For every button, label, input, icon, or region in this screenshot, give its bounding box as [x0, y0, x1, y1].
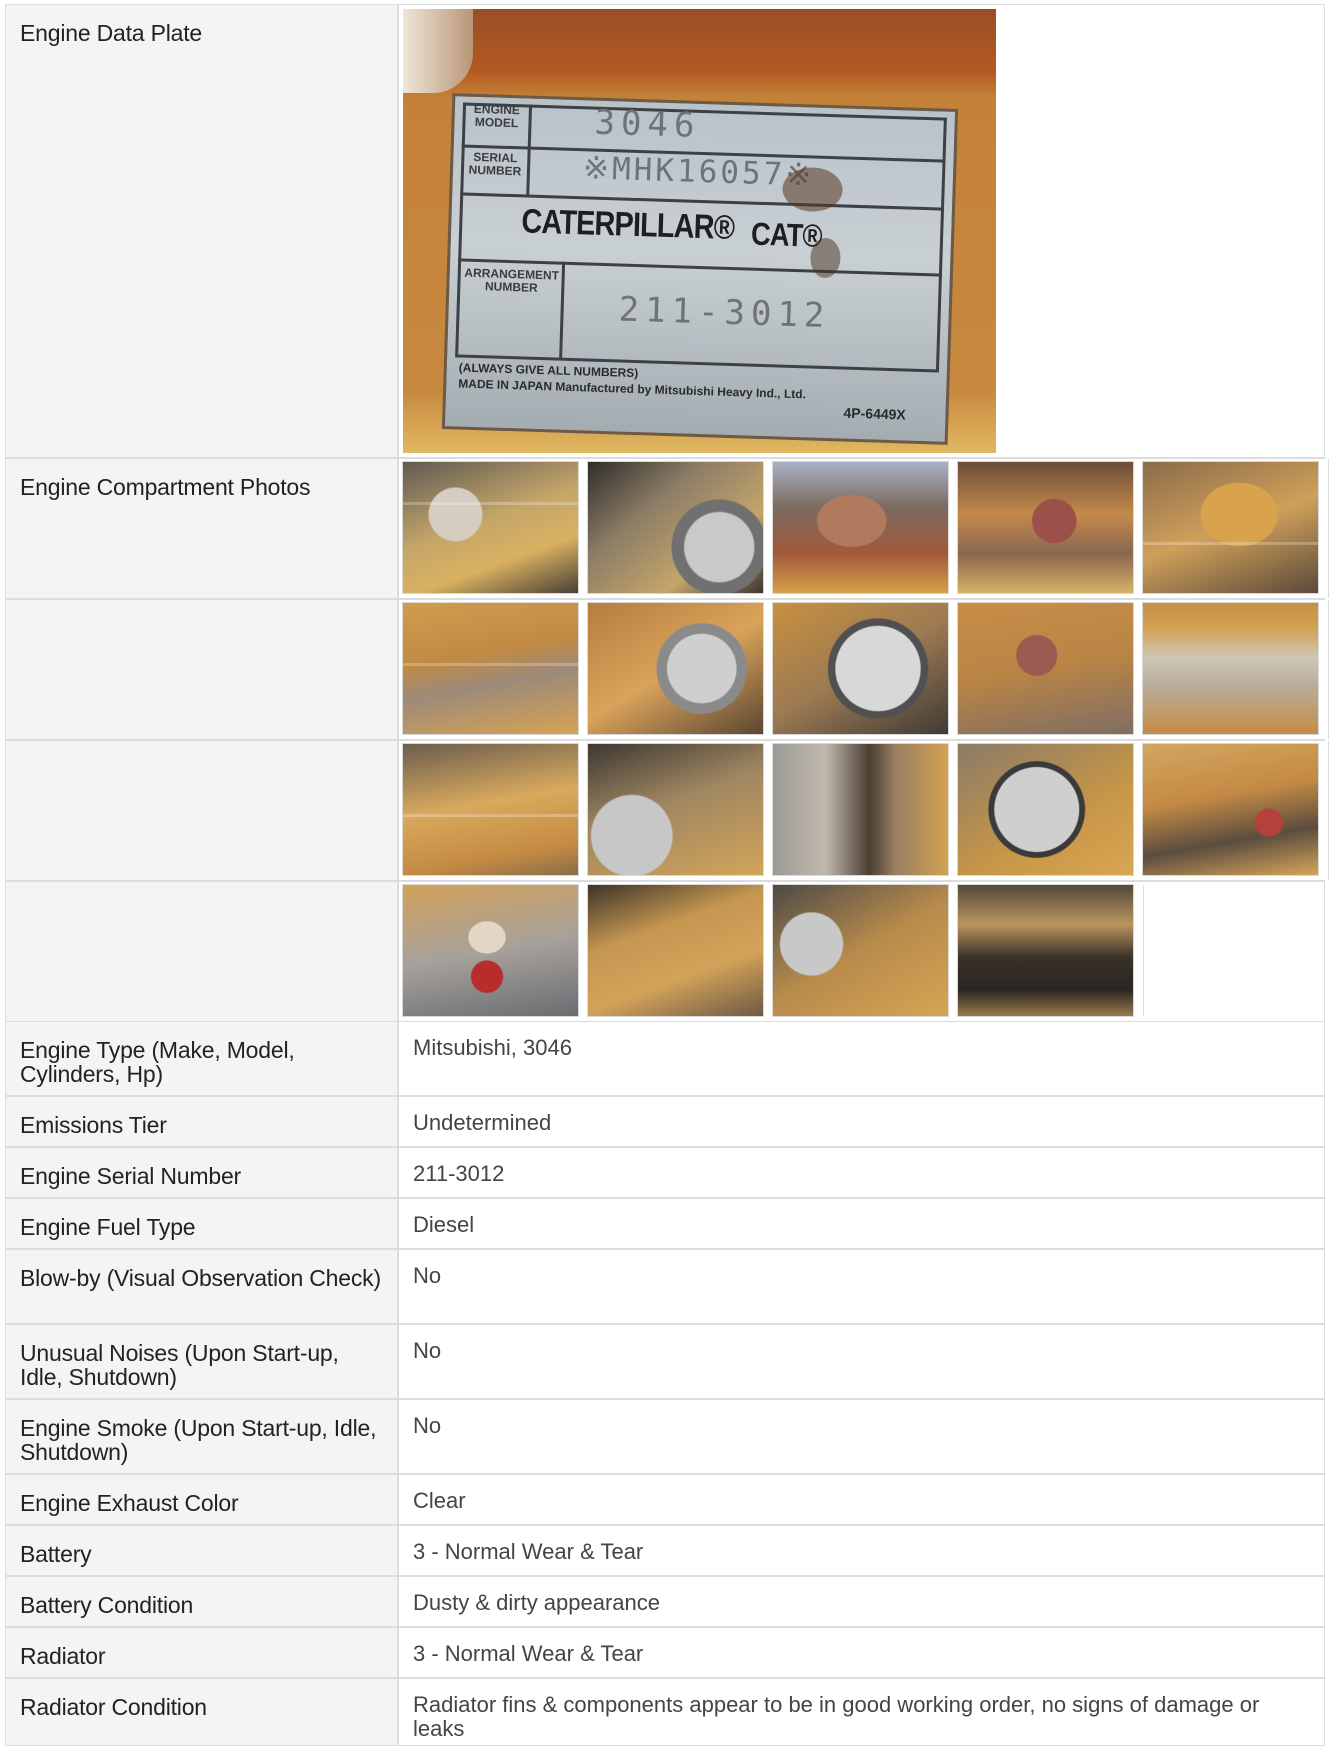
spec-row: Engine Serial Number 211-3012 — [5, 1146, 1325, 1197]
engine-photo-thumbnail[interactable] — [588, 603, 763, 734]
spec-row: Battery Condition Dusty & dirty appearan… — [5, 1575, 1325, 1626]
row-engine-data-plate: Engine Data Plate ENGINE MODEL 3046 SERI… — [5, 4, 1325, 457]
engine-photo-thumbnail[interactable] — [958, 744, 1133, 875]
engine-model-value: 3046 — [593, 102, 702, 146]
spec-row: Battery 3 - Normal Wear & Tear — [5, 1524, 1325, 1575]
spec-label: Emissions Tier — [5, 1097, 399, 1146]
spec-row: Unusual Noises (Upon Start-up, Idle, Shu… — [5, 1323, 1325, 1398]
data-plate: ENGINE MODEL 3046 SERIAL NUMBER ※MHK1605… — [441, 93, 959, 445]
pipe-fitting-decor — [403, 9, 473, 93]
spec-value: No — [399, 1250, 1325, 1323]
row-label-empty — [5, 882, 399, 1021]
plate-footer-line-2: MADE IN JAPAN Manufactured by Mitsubishi… — [458, 376, 807, 402]
plate-part-number: 4P-6449X — [843, 404, 907, 423]
spec-label: Engine Serial Number — [5, 1148, 399, 1197]
plate-photo-cell: ENGINE MODEL 3046 SERIAL NUMBER ※MHK1605… — [399, 5, 1325, 457]
engine-photo-thumbnail[interactable] — [773, 462, 948, 593]
photo-row-2 — [399, 600, 1329, 739]
engine-photo-thumbnail[interactable] — [588, 744, 763, 875]
photo-row-3 — [399, 741, 1329, 880]
spec-value: 3 - Normal Wear & Tear — [399, 1628, 1325, 1677]
engine-data-plate-photo[interactable]: ENGINE MODEL 3046 SERIAL NUMBER ※MHK1605… — [403, 9, 996, 453]
engine-photo-thumbnail[interactable] — [403, 744, 578, 875]
serial-number-value: ※MHK16057※ — [582, 150, 815, 194]
engine-photo-thumbnail[interactable] — [1143, 744, 1318, 875]
engine-photo-thumbnail[interactable] — [588, 462, 763, 593]
spec-value: Radiator fins & components appear to be … — [399, 1679, 1325, 1745]
engine-inspection-table: Engine Data Plate ENGINE MODEL 3046 SERI… — [5, 4, 1329, 1746]
spec-label: Radiator — [5, 1628, 399, 1677]
engine-photo-thumbnail[interactable] — [958, 462, 1133, 593]
spec-label: Battery — [5, 1526, 399, 1575]
spec-value: Mitsubishi, 3046 — [399, 1022, 1325, 1095]
row-label: Engine Compartment Photos — [5, 459, 399, 598]
spec-label: Battery Condition — [5, 1577, 399, 1626]
spec-row: Engine Exhaust Color Clear — [5, 1473, 1325, 1524]
arrangement-number-value: 211-3012 — [618, 289, 831, 337]
spec-value: No — [399, 1325, 1325, 1398]
engine-photo-thumbnail[interactable] — [403, 603, 578, 734]
spec-label: Engine Fuel Type — [5, 1199, 399, 1248]
spec-value: No — [399, 1400, 1325, 1473]
arrangement-number-label: ARRANGEMENT NUMBER — [464, 265, 560, 295]
engine-photo-thumbnail[interactable] — [773, 744, 948, 875]
engine-photo-thumbnail[interactable] — [1143, 603, 1318, 734]
row-label: Engine Data Plate — [5, 5, 399, 457]
row-engine-compartment-photos-3 — [5, 739, 1329, 880]
engine-photo-thumbnail[interactable] — [958, 885, 1133, 1016]
engine-photo-thumbnail[interactable] — [588, 885, 763, 1016]
spec-label: Engine Type (Make, Model, Cylinders, Hp) — [5, 1022, 399, 1095]
engine-photo-thumbnail[interactable] — [1143, 462, 1318, 593]
spec-label: Engine Exhaust Color — [5, 1475, 399, 1524]
row-engine-compartment-photos-2 — [5, 598, 1329, 739]
photo-row-1 — [399, 459, 1329, 598]
caterpillar-logo: CATERPILLAR® — [520, 202, 735, 248]
spec-value: Diesel — [399, 1199, 1325, 1248]
serial-number-label: SERIAL NUMBER — [468, 149, 522, 179]
row-label-empty — [5, 600, 399, 739]
spec-label: Engine Smoke (Upon Start-up, Idle, Shutd… — [5, 1400, 399, 1473]
spec-label: Blow-by (Visual Observation Check) — [5, 1250, 399, 1323]
row-label-empty — [5, 741, 399, 880]
spec-label: Radiator Condition — [5, 1679, 399, 1745]
spec-value: Dusty & dirty appearance — [399, 1577, 1325, 1626]
row-engine-compartment-photos: Engine Compartment Photos — [5, 457, 1329, 598]
spec-label: Unusual Noises (Upon Start-up, Idle, Shu… — [5, 1325, 399, 1398]
spec-row: Engine Smoke (Upon Start-up, Idle, Shutd… — [5, 1398, 1325, 1473]
spec-value: 3 - Normal Wear & Tear — [399, 1526, 1325, 1575]
spec-value: 211-3012 — [399, 1148, 1325, 1197]
engine-photo-thumbnail[interactable] — [403, 885, 578, 1016]
spec-value: Clear — [399, 1475, 1325, 1524]
engine-photo-thumbnail[interactable] — [403, 462, 578, 593]
engine-photo-thumbnail[interactable] — [958, 603, 1133, 734]
spec-row: Emissions Tier Undetermined — [5, 1095, 1325, 1146]
spec-row: Radiator 3 - Normal Wear & Tear — [5, 1626, 1325, 1677]
row-engine-compartment-photos-4 — [5, 880, 1325, 1021]
spec-row: Blow-by (Visual Observation Check) No — [5, 1248, 1325, 1323]
spec-row: Engine Fuel Type Diesel — [5, 1197, 1325, 1248]
engine-photo-thumbnail[interactable] — [773, 603, 948, 734]
spec-row: Radiator Condition Radiator fins & compo… — [5, 1677, 1325, 1746]
spec-row: Engine Type (Make, Model, Cylinders, Hp)… — [5, 1021, 1325, 1095]
spec-value: Undetermined — [399, 1097, 1325, 1146]
engine-model-label: ENGINE MODEL — [473, 101, 521, 131]
engine-photo-thumbnail[interactable] — [773, 885, 948, 1016]
photo-row-4 — [399, 882, 1325, 1021]
empty-photo-slot — [1143, 885, 1319, 1016]
engine-spec-rows: Engine Type (Make, Model, Cylinders, Hp)… — [5, 1021, 1325, 1746]
